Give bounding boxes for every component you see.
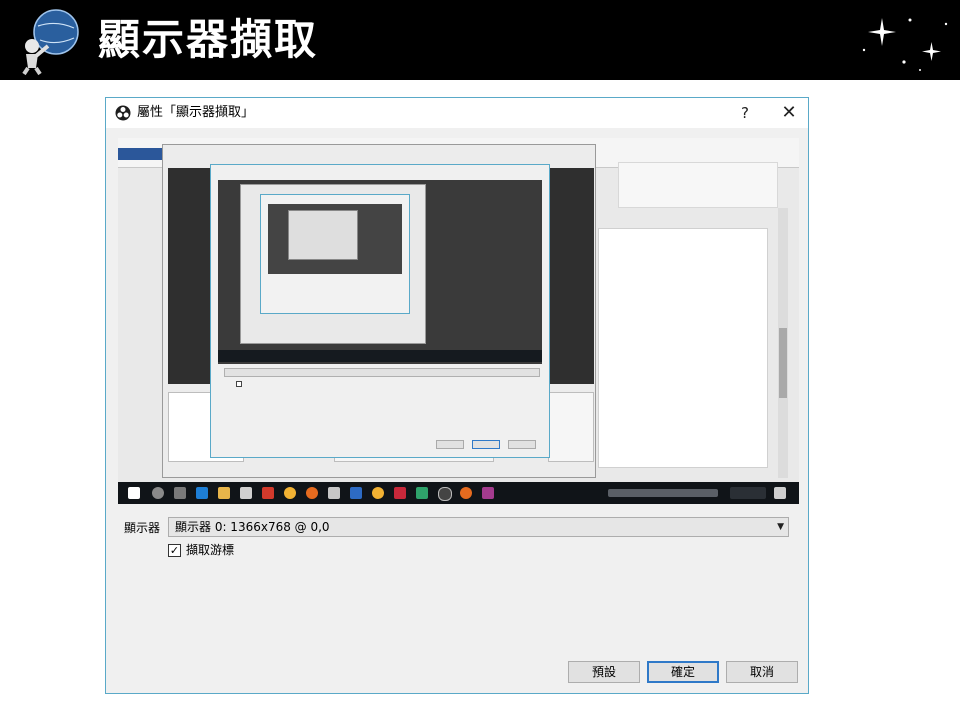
dialog-title: 屬性「顯示器擷取」 bbox=[137, 105, 255, 120]
defaults-button-label: 預設 bbox=[591, 665, 616, 679]
explorer-icon bbox=[218, 487, 230, 499]
task-view-icon bbox=[174, 487, 186, 499]
preview-document-page bbox=[598, 228, 768, 468]
obs-logo-icon bbox=[115, 105, 131, 121]
cancel-button[interactable]: 取消 bbox=[726, 661, 798, 683]
properties-dialog: 屬性「顯示器擷取」 ? ✕ 顯示器 顯示器 0: 1366x768 @ 0,0 … bbox=[105, 97, 809, 694]
app-blue-icon bbox=[350, 487, 362, 499]
preview-ribbon-group bbox=[618, 162, 778, 208]
preview-nested-button-3 bbox=[508, 440, 536, 449]
preview-nested-button-2 bbox=[472, 440, 500, 449]
ok-button-label: 確定 bbox=[670, 665, 695, 679]
slide-header: 顯示器擷取 bbox=[0, 0, 960, 80]
store-icon bbox=[240, 487, 252, 499]
dialog-titlebar: 屬性「顯示器擷取」 ? ✕ bbox=[106, 98, 808, 128]
preview-nested-inner-core bbox=[288, 210, 358, 260]
help-button[interactable]: ? bbox=[730, 98, 760, 128]
preview-ribbon-tab bbox=[118, 148, 162, 160]
close-icon: ✕ bbox=[781, 102, 797, 123]
edge-icon bbox=[196, 487, 208, 499]
clock-area bbox=[730, 487, 766, 499]
preview-nested-select bbox=[224, 368, 540, 377]
preview-scrollbar-thumb bbox=[779, 328, 787, 398]
display-select[interactable]: 顯示器 0: 1366x768 @ 0,0 ▼ bbox=[168, 517, 789, 537]
preview-nested-button-1 bbox=[436, 440, 464, 449]
display-select-value: 顯示器 0: 1366x768 @ 0,0 bbox=[175, 520, 330, 534]
ok-button[interactable]: 確定 bbox=[647, 661, 719, 683]
chrome-icon-2 bbox=[372, 487, 384, 499]
app-green-icon bbox=[416, 487, 428, 499]
app-red-icon bbox=[262, 487, 274, 499]
firefox-icon bbox=[306, 487, 318, 499]
capture-cursor-checkbox[interactable]: ✓ bbox=[168, 544, 181, 557]
start-icon bbox=[128, 487, 140, 499]
preview-nested-checkbox bbox=[236, 381, 242, 387]
obs-taskbar-icon bbox=[438, 487, 452, 501]
notification-icon bbox=[774, 487, 786, 499]
tray-icons bbox=[608, 489, 718, 497]
capture-cursor-label: 擷取游標 bbox=[186, 543, 235, 557]
close-button[interactable]: ✕ bbox=[774, 98, 804, 128]
slide-title: 顯示器擷取 bbox=[98, 15, 319, 64]
display-label: 顯示器 bbox=[124, 521, 161, 535]
dropdown-arrow-icon: ▼ bbox=[777, 522, 784, 532]
help-icon: ? bbox=[741, 104, 749, 122]
app-purple-icon bbox=[482, 487, 494, 499]
checkmark-icon: ✓ bbox=[169, 544, 180, 557]
display-capture-preview bbox=[118, 138, 799, 504]
mail-icon bbox=[328, 487, 340, 499]
search-icon bbox=[152, 487, 164, 499]
preview-obs-controls-panel bbox=[548, 392, 594, 462]
preview-taskbar bbox=[118, 482, 799, 504]
globe-figure-logo-icon bbox=[22, 9, 79, 76]
app-red-icon-2 bbox=[394, 487, 406, 499]
preview-nested-taskbar bbox=[218, 350, 542, 362]
defaults-button[interactable]: 預設 bbox=[568, 661, 640, 683]
chrome-icon bbox=[284, 487, 296, 499]
cancel-button-label: 取消 bbox=[749, 665, 774, 679]
firefox-icon-2 bbox=[460, 487, 472, 499]
sparkle-decoration-icon bbox=[862, 18, 948, 71]
